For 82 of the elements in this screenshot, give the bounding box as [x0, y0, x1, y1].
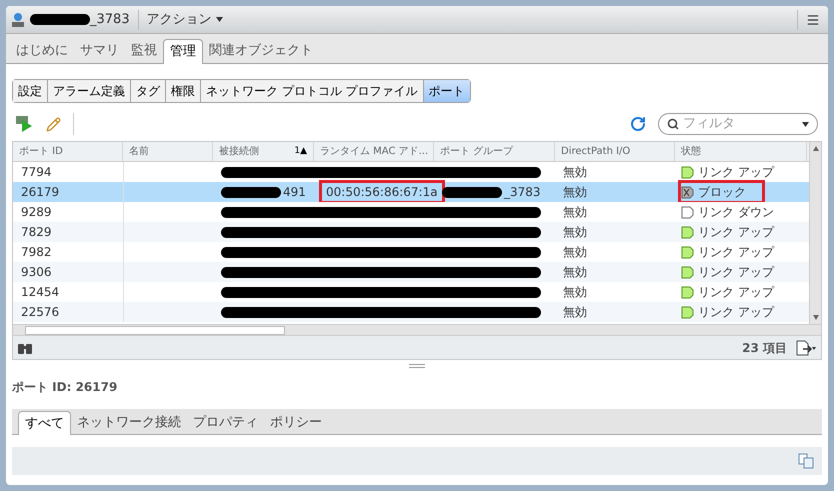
filter-field[interactable]: フィルタ [683, 114, 798, 134]
export-icon[interactable] [795, 340, 817, 356]
subtab[interactable]: 権限 [165, 80, 200, 102]
table-cell-text: 9306 [21, 264, 52, 281]
subtab[interactable]: ポート [422, 80, 470, 102]
edit-icon[interactable] [46, 116, 61, 132]
sort-indicator: 1▲ [294, 144, 307, 158]
status-cell: リンク アップ [681, 263, 774, 281]
table-cell-text: 無効 [563, 264, 587, 281]
details-title: ポート ID: 26179 [12, 379, 118, 396]
copy-icon[interactable] [798, 453, 814, 469]
column-header[interactable]: ランタイム MAC アド... [314, 142, 434, 161]
port-up-icon [681, 246, 694, 258]
tab[interactable]: プロパティ [187, 412, 264, 434]
tab[interactable]: 監視 [125, 39, 163, 63]
caret-icon [802, 122, 809, 126]
vertical-scrollbar[interactable] [809, 142, 821, 324]
tab[interactable]: ポリシー [264, 412, 328, 434]
scroll-up-icon[interactable] [812, 146, 818, 151]
object-title: _3783 [90, 10, 130, 29]
table-cell-text: 無効 [563, 224, 587, 241]
tab[interactable]: サマリ [74, 39, 125, 63]
subtab[interactable]: ネットワーク プロトコル プロファイル [200, 80, 423, 102]
table-cell-text: 無効 [563, 204, 587, 221]
table-cell-text: _3783 [504, 184, 541, 201]
table-cell-text: 7829 [21, 224, 52, 241]
status-cell: リンク ダウン [681, 203, 774, 221]
column-header[interactable]: ポート ID [13, 142, 123, 161]
table-cell-text: 491 [283, 184, 306, 201]
table-cell-text: 無効 [563, 184, 587, 201]
caret-icon [216, 17, 223, 22]
tab[interactable]: はじめに [10, 39, 74, 63]
refresh-icon[interactable] [630, 116, 646, 132]
redaction-mark [30, 14, 90, 25]
port-up-icon [681, 266, 694, 278]
column-header[interactable]: 名前 [123, 142, 213, 161]
port-up-icon [681, 226, 694, 238]
splitter-handle[interactable] [409, 364, 425, 368]
subtab[interactable]: アラーム定義 [47, 80, 130, 102]
status-cell: ブロック [681, 183, 762, 201]
tab[interactable]: 関連オブジェクト [203, 39, 319, 63]
table-cell: 00:50:56:86:67:1a [322, 183, 442, 201]
status-cell: リンク アップ [681, 223, 774, 241]
port-blocked-icon [681, 186, 694, 198]
tab[interactable]: ネットワーク接続 [71, 412, 187, 434]
table-cell-text: 26179 [21, 184, 60, 201]
tab[interactable]: 管理 [163, 39, 203, 64]
status-cell: リンク アップ [681, 303, 774, 321]
horizontal-scrollbar[interactable] [13, 324, 821, 335]
status-cell: リンク アップ [681, 283, 774, 301]
add-port-icon[interactable] [16, 116, 34, 132]
table-cell-text: 22576 [21, 304, 60, 321]
column-header[interactable]: 被接続側 1▲ [213, 142, 314, 161]
tab[interactable]: すべて [18, 411, 71, 435]
column-header[interactable]: ポート グループ [434, 142, 555, 161]
table-cell-text: 無効 [563, 244, 587, 261]
subtab[interactable]: 設定 [13, 80, 47, 102]
column-header[interactable]: 状態 [675, 142, 807, 161]
port-up-icon [681, 306, 694, 318]
table-row[interactable]: 22576 無効 リンク アップ [13, 302, 809, 322]
actions-menu[interactable]: アクション [146, 10, 223, 30]
table-row[interactable]: 26179 491 00:50:56:86:67:1a _3783 無効 ブロック [13, 182, 809, 202]
port-up-icon [681, 166, 694, 178]
table-cell-text: 無効 [563, 304, 587, 321]
table-cell-text: 7794 [21, 164, 52, 181]
search-icon [667, 118, 679, 130]
filter-box[interactable]: フィルタ [658, 113, 818, 135]
port-up-icon [681, 286, 694, 298]
scroll-down-icon[interactable] [812, 315, 818, 320]
table-cell-text: 12454 [21, 284, 60, 301]
port-down-icon [681, 206, 694, 218]
table-cell-text: 7982 [21, 244, 52, 261]
item-count: 23 項目 [742, 340, 787, 356]
table-row[interactable]: 9306 無効 リンク アップ [13, 262, 809, 282]
column-header[interactable]: DirectPath I/O [555, 142, 675, 161]
status-cell: リンク アップ [681, 243, 774, 261]
status-cell: リンク アップ [681, 163, 774, 181]
table-row[interactable]: 7829 無効 リンク アップ [13, 222, 809, 242]
table-cell-text: 9289 [21, 204, 52, 221]
table-cell-text: 無効 [563, 164, 587, 181]
subtab[interactable]: タグ [130, 80, 165, 102]
table-cell-text: 無効 [563, 284, 587, 301]
